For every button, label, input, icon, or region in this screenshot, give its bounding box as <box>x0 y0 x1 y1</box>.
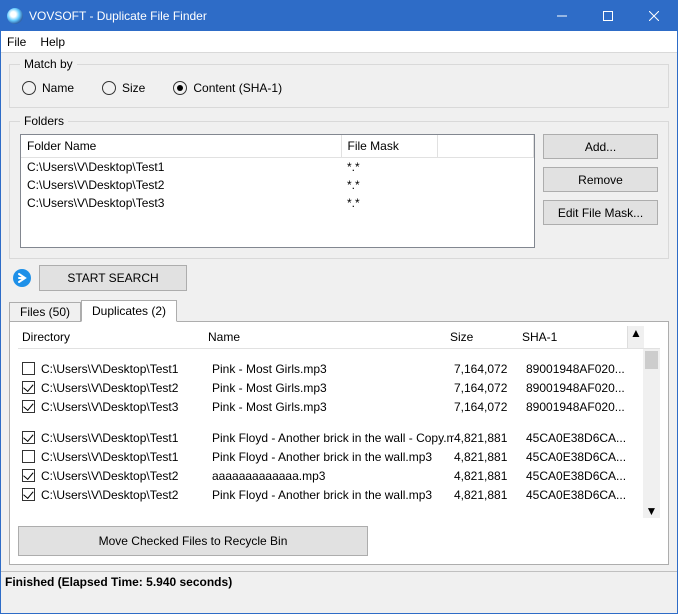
cell-directory: C:\Users\V\Desktop\Test1 <box>41 362 212 376</box>
cell-sha1: 45CA0E38D6CA... <box>526 431 636 445</box>
radio-content[interactable]: Content (SHA-1) <box>173 81 282 95</box>
col-blank <box>437 135 534 157</box>
scroll-up-icon[interactable]: ▲ <box>627 326 644 348</box>
result-row[interactable]: C:\Users\V\Desktop\Test2Pink - Most Girl… <box>18 378 660 397</box>
matchby-group: Match by Name Size Content (SHA-1) <box>9 57 669 108</box>
checkbox[interactable] <box>22 431 35 444</box>
status-bar: Finished (Elapsed Time: 5.940 seconds) <box>1 571 677 592</box>
cell-directory: C:\Users\V\Desktop\Test2 <box>41 488 212 502</box>
radio-icon <box>102 81 116 95</box>
folder-row[interactable]: C:\Users\V\Desktop\Test3*.* <box>21 194 534 212</box>
cell-size: 7,164,072 <box>454 381 526 395</box>
cell-sha1: 89001948AF020... <box>526 381 636 395</box>
folders-group: Folders Folder Name File Mask C:\Users\V… <box>9 114 669 259</box>
radio-icon <box>173 81 187 95</box>
radio-size-label: Size <box>122 81 145 95</box>
checkbox[interactable] <box>22 488 35 501</box>
title-bar: VOVSOFT - Duplicate File Finder <box>1 1 677 31</box>
result-row[interactable]: C:\Users\V\Desktop\Test3Pink - Most Girl… <box>18 397 660 416</box>
cell-directory: C:\Users\V\Desktop\Test1 <box>41 431 212 445</box>
col-name[interactable]: Name <box>208 330 450 344</box>
radio-size[interactable]: Size <box>102 81 145 95</box>
col-directory[interactable]: Directory <box>18 330 208 344</box>
folders-table[interactable]: Folder Name File Mask C:\Users\V\Desktop… <box>20 134 535 248</box>
col-file-mask[interactable]: File Mask <box>341 135 437 157</box>
scroll-down-icon[interactable]: ▼ <box>643 504 660 518</box>
col-folder-name[interactable]: Folder Name <box>21 135 341 157</box>
cell-directory: C:\Users\V\Desktop\Test2 <box>41 469 212 483</box>
cell-name: Pink Floyd - Another brick in the wall.m… <box>212 450 454 464</box>
results-panel: Directory Name Size SHA-1 ▲ C:\Users\V\D… <box>9 321 669 565</box>
scroll-thumb[interactable] <box>645 351 658 369</box>
result-row[interactable]: C:\Users\V\Desktop\Test1Pink - Most Girl… <box>18 359 660 378</box>
minimize-button[interactable] <box>539 1 585 31</box>
window-title: VOVSOFT - Duplicate File Finder <box>29 9 539 23</box>
result-row[interactable]: C:\Users\V\Desktop\Test2Pink Floyd - Ano… <box>18 485 660 504</box>
menu-file[interactable]: File <box>7 35 26 49</box>
cell-sha1: 45CA0E38D6CA... <box>526 488 636 502</box>
results-header: Directory Name Size SHA-1 ▲ <box>18 330 660 349</box>
cell-sha1: 45CA0E38D6CA... <box>526 450 636 464</box>
folder-row[interactable]: C:\Users\V\Desktop\Test2*.* <box>21 176 534 194</box>
tab-files[interactable]: Files (50) <box>9 302 81 321</box>
results-body[interactable]: C:\Users\V\Desktop\Test1Pink - Most Girl… <box>18 349 660 518</box>
cell-size: 7,164,072 <box>454 362 526 376</box>
radio-icon <box>22 81 36 95</box>
cell-name: aaaaaaaaaaaaa.mp3 <box>212 469 454 483</box>
cell-sha1: 89001948AF020... <box>526 400 636 414</box>
checkbox[interactable] <box>22 362 35 375</box>
cell-sha1: 89001948AF020... <box>526 362 636 376</box>
folder-row[interactable]: C:\Users\V\Desktop\Test1*.* <box>21 157 534 176</box>
cell-name: Pink - Most Girls.mp3 <box>212 381 454 395</box>
radio-content-label: Content (SHA-1) <box>193 81 282 95</box>
search-arrow-icon <box>9 265 35 291</box>
tabs: Files (50) Duplicates (2) <box>9 300 669 322</box>
remove-button[interactable]: Remove <box>543 167 658 192</box>
radio-name[interactable]: Name <box>22 81 74 95</box>
col-sha1[interactable]: SHA-1 <box>522 330 627 344</box>
cell-directory: C:\Users\V\Desktop\Test2 <box>41 381 212 395</box>
result-row[interactable]: C:\Users\V\Desktop\Test2aaaaaaaaaaaaa.mp… <box>18 466 660 485</box>
result-row[interactable]: C:\Users\V\Desktop\Test1Pink Floyd - Ano… <box>18 447 660 466</box>
close-button[interactable] <box>631 1 677 31</box>
cell-name: Pink - Most Girls.mp3 <box>212 362 454 376</box>
checkbox[interactable] <box>22 450 35 463</box>
cell-size: 4,821,881 <box>454 469 526 483</box>
move-to-recycle-button[interactable]: Move Checked Files to Recycle Bin <box>18 526 368 556</box>
vertical-scrollbar[interactable]: ▼ <box>643 349 660 518</box>
folders-legend: Folders <box>20 114 68 128</box>
start-search-button[interactable]: START SEARCH <box>39 265 187 291</box>
checkbox[interactable] <box>22 400 35 413</box>
add-button[interactable]: Add... <box>543 134 658 159</box>
result-row[interactable]: C:\Users\V\Desktop\Test1Pink Floyd - Ano… <box>18 428 660 447</box>
cell-size: 7,164,072 <box>454 400 526 414</box>
cell-sha1: 45CA0E38D6CA... <box>526 469 636 483</box>
cell-name: Pink - Most Girls.mp3 <box>212 400 454 414</box>
maximize-button[interactable] <box>585 1 631 31</box>
cell-directory: C:\Users\V\Desktop\Test1 <box>41 450 212 464</box>
edit-mask-button[interactable]: Edit File Mask... <box>543 200 658 225</box>
matchby-legend: Match by <box>20 57 77 71</box>
tab-duplicates[interactable]: Duplicates (2) <box>81 300 177 322</box>
cell-size: 4,821,881 <box>454 431 526 445</box>
cell-size: 4,821,881 <box>454 488 526 502</box>
checkbox[interactable] <box>22 469 35 482</box>
app-icon <box>7 8 23 24</box>
cell-directory: C:\Users\V\Desktop\Test3 <box>41 400 212 414</box>
checkbox[interactable] <box>22 381 35 394</box>
menu-help[interactable]: Help <box>40 35 65 49</box>
cell-name: Pink Floyd - Another brick in the wall.m… <box>212 488 454 502</box>
cell-size: 4,821,881 <box>454 450 526 464</box>
radio-name-label: Name <box>42 81 74 95</box>
menu-bar: File Help <box>1 31 677 53</box>
col-size[interactable]: Size <box>450 330 522 344</box>
cell-name: Pink Floyd - Another brick in the wall -… <box>212 431 454 445</box>
